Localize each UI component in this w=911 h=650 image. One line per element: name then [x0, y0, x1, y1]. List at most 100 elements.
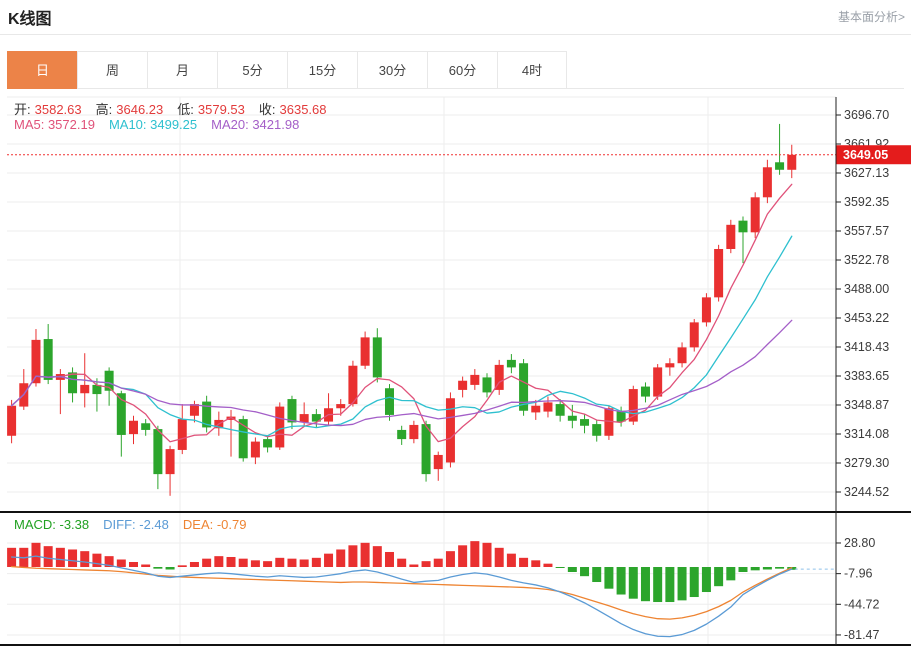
- dea-line: [12, 567, 792, 620]
- candle[interactable]: [324, 393, 333, 425]
- macd-hist-bar: [507, 554, 516, 567]
- kline-widget: K线图 基本面分析> 日周月5分15分30分60分4时 3696.703661.…: [0, 0, 911, 650]
- candle[interactable]: [361, 332, 370, 370]
- candle[interactable]: [665, 358, 674, 376]
- candle[interactable]: [470, 369, 479, 390]
- macd-hist-bar: [312, 558, 321, 567]
- candle[interactable]: [580, 414, 589, 433]
- macd-hist-bar: [775, 567, 784, 569]
- candle[interactable]: [726, 220, 735, 253]
- y-axis-label: 3522.78: [844, 253, 889, 267]
- kline-chart-canvas[interactable]: 3696.703661.923627.133592.353557.573522.…: [0, 0, 911, 650]
- ohlc-label-2: 低:: [177, 102, 194, 117]
- macd-hist-bar: [604, 567, 613, 589]
- candle[interactable]: [7, 400, 16, 443]
- candle[interactable]: [373, 328, 382, 382]
- candle[interactable]: [483, 373, 492, 397]
- candle[interactable]: [714, 245, 723, 302]
- candle[interactable]: [446, 392, 455, 467]
- candle[interactable]: [458, 377, 467, 398]
- macd-hist-bar: [324, 554, 333, 567]
- candle[interactable]: [543, 397, 552, 418]
- candle[interactable]: [44, 324, 53, 384]
- macd-hist-bar: [495, 548, 504, 567]
- candle[interactable]: [751, 192, 760, 238]
- candle[interactable]: [641, 382, 650, 402]
- y-axis-label: 3314.08: [844, 427, 889, 441]
- ohlc-info-bar: 开:3582.63高:3646.23低:3579.53收:3635.68: [14, 99, 341, 118]
- macd-hist-bar: [531, 560, 540, 567]
- macd-hist-bar: [129, 562, 138, 567]
- macd-hist-bar: [44, 546, 53, 567]
- candle[interactable]: [690, 319, 699, 352]
- macd-hist-bar: [690, 567, 699, 597]
- macd-hist-bar: [751, 567, 760, 570]
- ma-info-bar: MA5: 3572.19MA10: 3499.25MA20: 3421.98: [14, 117, 313, 132]
- candle[interactable]: [592, 420, 601, 442]
- y-axis-label: 3592.35: [844, 195, 889, 209]
- y-axis-label: 3696.70: [844, 108, 889, 122]
- y-axis-label: 3488.00: [844, 282, 889, 296]
- candle[interactable]: [202, 396, 211, 433]
- candle[interactable]: [763, 160, 772, 203]
- macd-hist-bar: [92, 554, 101, 567]
- y-axis-label: -7.96: [844, 567, 873, 581]
- ohlc-value-3: 3635.68: [280, 102, 327, 117]
- macd-legend-0: MACD: -3.38: [14, 517, 89, 532]
- y-axis-label: 3453.22: [844, 311, 889, 325]
- y-axis-label: 3557.57: [844, 224, 889, 238]
- candle[interactable]: [702, 293, 711, 326]
- candle[interactable]: [409, 421, 418, 444]
- macd-hist-bar: [739, 567, 748, 572]
- macd-hist-bar: [653, 567, 662, 602]
- candle[interactable]: [604, 406, 613, 440]
- ohlc-label-0: 开:: [14, 102, 31, 117]
- macd-hist-bar: [202, 559, 211, 567]
- candle[interactable]: [629, 386, 638, 425]
- macd-hist-bar: [361, 543, 370, 567]
- candle[interactable]: [190, 401, 199, 423]
- candle[interactable]: [495, 360, 504, 395]
- ohlc-label-3: 收:: [259, 102, 276, 117]
- candle[interactable]: [178, 404, 187, 454]
- ma-legend-0: MA5: 3572.19: [14, 117, 95, 132]
- macd-hist-bar: [592, 567, 601, 582]
- y-axis-label: 3279.30: [844, 456, 889, 470]
- macd-legend-2: DEA: -0.79: [183, 517, 247, 532]
- candle[interactable]: [263, 436, 272, 453]
- candle[interactable]: [251, 437, 260, 464]
- macd-hist-bar: [470, 541, 479, 567]
- macd-hist-bar: [166, 567, 175, 570]
- macd-hist-bar: [409, 564, 418, 567]
- candle[interactable]: [275, 402, 284, 450]
- candle[interactable]: [385, 384, 394, 421]
- candle[interactable]: [519, 359, 528, 416]
- candle[interactable]: [739, 216, 748, 263]
- candle[interactable]: [507, 354, 516, 373]
- y-axis-label: 28.80: [844, 536, 875, 550]
- candle[interactable]: [166, 446, 175, 496]
- diff-line: [12, 556, 792, 636]
- macd-hist-bar: [31, 543, 40, 567]
- macd-hist-bar: [446, 551, 455, 567]
- candle[interactable]: [287, 396, 296, 429]
- macd-hist-bar: [300, 559, 309, 567]
- macd-hist-bar: [141, 564, 150, 567]
- y-axis-label: 3348.87: [844, 398, 889, 412]
- candle[interactable]: [153, 426, 162, 489]
- candle[interactable]: [434, 452, 443, 481]
- candle[interactable]: [678, 342, 687, 367]
- candle[interactable]: [129, 416, 138, 444]
- candle[interactable]: [31, 329, 40, 387]
- macd-hist-bar: [153, 567, 162, 569]
- candle[interactable]: [397, 426, 406, 445]
- macd-hist-bar: [665, 567, 674, 602]
- macd-hist-bar: [385, 552, 394, 567]
- candle[interactable]: [141, 419, 150, 436]
- y-axis-label: 3418.43: [844, 340, 889, 354]
- candle[interactable]: [775, 124, 784, 175]
- ma5-line: [12, 184, 792, 441]
- candle[interactable]: [68, 367, 77, 402]
- macd-hist-bar: [348, 545, 357, 567]
- macd-hist-bar: [422, 561, 431, 567]
